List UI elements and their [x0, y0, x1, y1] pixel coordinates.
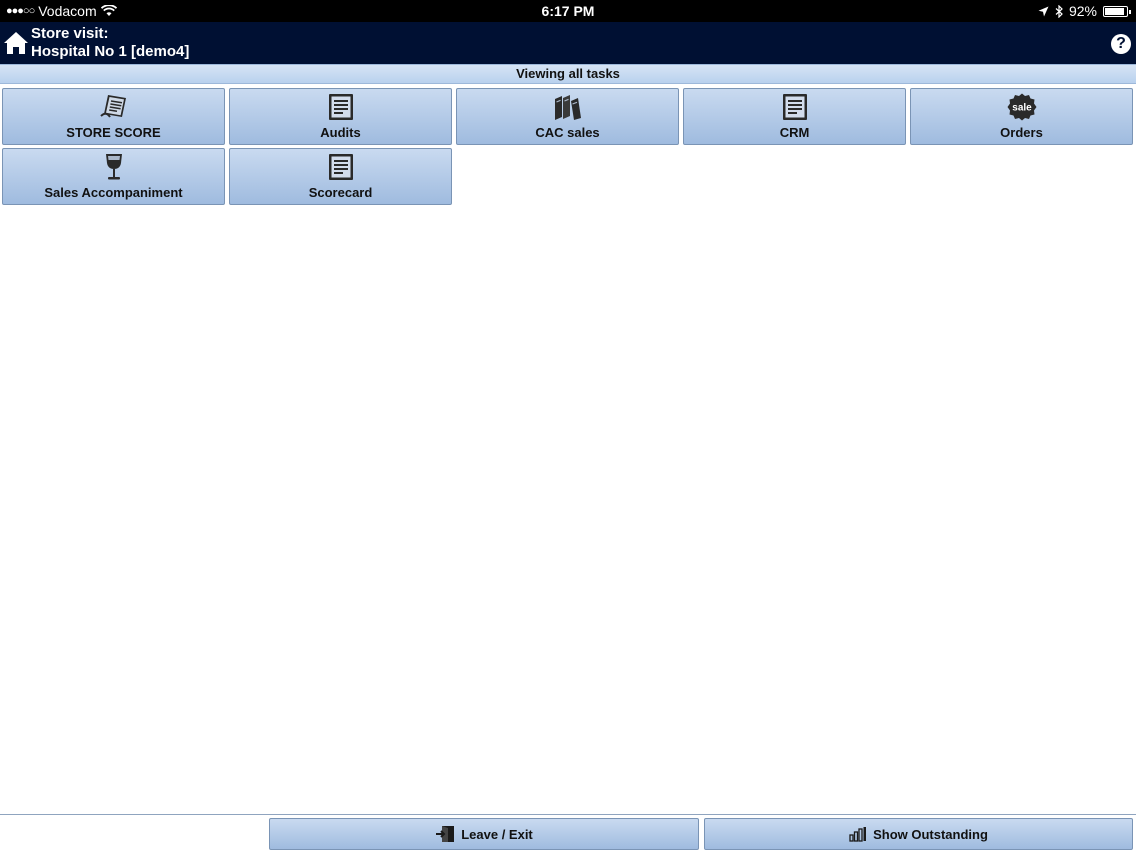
- tile-label: CAC sales: [535, 125, 600, 140]
- store-score-icon: [99, 95, 126, 118]
- books-icon: [554, 95, 581, 120]
- app-root: ●●●○○ Vodacom 6:17 PM 92% Store visit: H…: [0, 0, 1136, 852]
- status-right: 92%: [1038, 3, 1131, 19]
- tile-label: Orders: [1000, 125, 1043, 140]
- leave-exit-label: Leave / Exit: [461, 826, 533, 842]
- sale-badge-text: sale: [1012, 103, 1032, 114]
- tile-label: Audits: [320, 125, 361, 140]
- page-title: Store visit: Hospital No 1 [demo4]: [31, 25, 189, 61]
- tile-scorecard[interactable]: Scorecard: [229, 148, 452, 205]
- view-title-bar: Viewing all tasks: [0, 64, 1136, 84]
- tile-label: Scorecard: [308, 185, 373, 200]
- wine-glass-icon: [105, 154, 122, 180]
- location-arrow-icon: [1038, 6, 1049, 16]
- leave-exit-button[interactable]: Leave / Exit: [269, 818, 699, 850]
- tile-sales-accompaniment[interactable]: Sales Accompaniment: [2, 148, 225, 205]
- bar-chart-icon: [849, 827, 867, 842]
- show-outstanding-label: Show Outstanding: [873, 826, 988, 842]
- tile-store-score[interactable]: STORE SCORE: [2, 88, 225, 145]
- exit-door-icon: [436, 826, 455, 842]
- app-header: Store visit: Hospital No 1 [demo4] ?: [0, 22, 1136, 64]
- page-title-label: Store visit:: [31, 25, 109, 42]
- document-icon: [328, 154, 353, 180]
- status-bar: ●●●○○ Vodacom 6:17 PM 92%: [0, 0, 1136, 22]
- bottom-toolbar: Leave / Exit Show Outstanding: [0, 814, 1136, 852]
- tile-cac-sales[interactable]: CAC sales: [456, 88, 679, 145]
- tile-label: Sales Accompaniment: [44, 185, 183, 200]
- battery-icon: [1103, 5, 1131, 17]
- tile-orders[interactable]: sale Orders: [910, 88, 1133, 145]
- help-icon[interactable]: ?: [1111, 34, 1131, 54]
- tile-label: STORE SCORE: [66, 125, 161, 140]
- tile-audits[interactable]: Audits: [229, 88, 452, 145]
- sale-badge-icon: sale: [1007, 93, 1036, 121]
- status-time: 6:17 PM: [541, 3, 595, 19]
- battery-percentage: 92%: [1068, 3, 1097, 19]
- document-icon: [782, 94, 807, 120]
- tile-crm[interactable]: CRM: [683, 88, 906, 145]
- show-outstanding-button[interactable]: Show Outstanding: [704, 818, 1133, 850]
- tile-label: CRM: [779, 125, 810, 140]
- store-name: Hospital No 1 [demo4]: [31, 43, 190, 60]
- bluetooth-icon: [1055, 4, 1063, 18]
- document-icon: [328, 94, 353, 120]
- battery-fill: [1105, 7, 1124, 15]
- home-icon[interactable]: [3, 31, 29, 55]
